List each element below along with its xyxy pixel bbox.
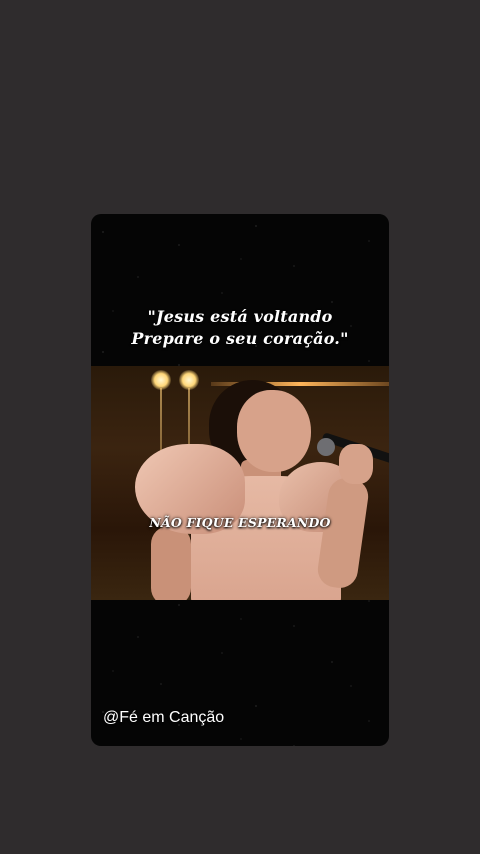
quote-line-1: "Jesus está voltando — [147, 307, 333, 326]
account-handle[interactable]: @Fé em Canção — [103, 709, 224, 727]
stage-light — [151, 370, 171, 390]
singer-face — [237, 390, 311, 472]
singer-hand — [339, 444, 373, 484]
video-frame[interactable]: NÃO FIQUE ESPERANDO — [91, 366, 389, 600]
story-screen: { "post": { "quote_line1": "\"Jesus está… — [0, 0, 480, 854]
story-card[interactable]: "Jesus está voltando Prepare o seu coraç… — [91, 214, 389, 746]
stage-light — [179, 370, 199, 390]
video-subtitle: NÃO FIQUE ESPERANDO — [149, 515, 331, 530]
quote-text: "Jesus está voltando Prepare o seu coraç… — [91, 306, 389, 350]
quote-line-2: Prepare o seu coração." — [131, 329, 349, 348]
singer-arm — [151, 526, 191, 600]
microphone-head — [317, 438, 335, 456]
